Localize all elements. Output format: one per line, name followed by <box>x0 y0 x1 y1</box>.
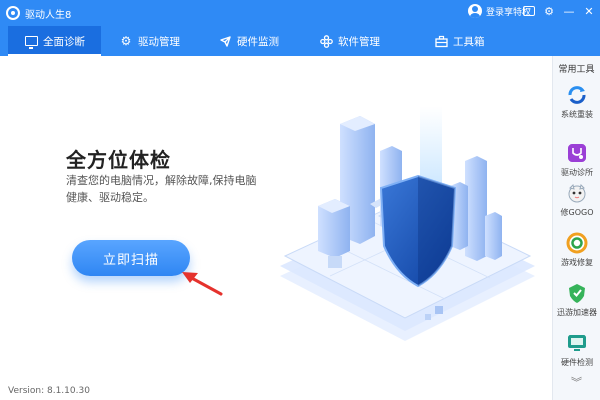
tool-xiu-gogo[interactable]: 修GOGO <box>553 182 600 218</box>
user-avatar-icon <box>468 4 482 18</box>
tab-driver-management[interactable]: ⚙ 驱动管理 <box>101 26 194 56</box>
tool-label: 修GOGO <box>560 208 594 217</box>
monitor-icon <box>24 34 38 49</box>
tab-full-diagnosis[interactable]: 全面诊断 <box>8 26 101 56</box>
hardware-check-icon <box>568 335 586 351</box>
tool-label: 系统重装 <box>561 110 593 119</box>
page-description: 清查您的电脑情况，解除故障,保持电脑健康、驱动稳定。 <box>66 174 257 204</box>
title-bar: 驱动人生8 登录享特权 ··· ⚙ — ✕ <box>0 0 600 26</box>
chevron-down-icon[interactable]: ︾ <box>571 374 582 390</box>
tab-label: 全面诊断 <box>43 35 85 48</box>
tool-driver-clinic[interactable]: 驱动诊所 <box>553 142 600 178</box>
rocket-icon <box>218 34 232 48</box>
tab-label: 软件管理 <box>338 35 380 48</box>
tab-hardware-monitor[interactable]: 硬件监测 <box>194 26 293 56</box>
game-repair-icon <box>566 232 588 254</box>
tool-label: 硬件检测 <box>561 358 593 367</box>
red-arrow-icon <box>182 272 223 296</box>
accelerator-icon <box>569 284 585 303</box>
settings-gear-icon[interactable]: ⚙ <box>542 4 556 18</box>
tools-sidebar: 常用工具 系统重装 驱动诊所 修GOGO 游戏修复 迅游加速器 硬件检测 ︾ <box>552 56 600 400</box>
toolbox-icon <box>434 34 448 48</box>
app-logo-icon <box>6 6 20 20</box>
close-icon[interactable]: ✕ <box>582 4 596 18</box>
tool-xunyou-accelerator[interactable]: 迅游加速器 <box>553 282 600 318</box>
apps-icon <box>319 34 333 48</box>
tab-software-management[interactable]: 软件管理 <box>293 26 394 56</box>
tool-system-reinstall[interactable]: 系统重装 <box>553 84 600 120</box>
scan-now-button[interactable]: 立即扫描 <box>72 240 190 276</box>
tab-label: 驱动管理 <box>138 35 180 48</box>
tool-label: 驱动诊所 <box>561 168 593 177</box>
page-title: 全方位体检 <box>66 148 171 172</box>
window-controls: ··· ⚙ — ✕ <box>522 4 596 18</box>
minimize-icon[interactable]: — <box>562 4 576 18</box>
security-shield-illustration <box>280 106 535 341</box>
tool-label: 迅游加速器 <box>557 308 597 317</box>
tab-label: 硬件监测 <box>237 35 279 48</box>
tab-toolbox[interactable]: 工具箱 <box>394 26 499 56</box>
cat-mascot-icon <box>568 184 586 203</box>
message-icon[interactable]: ··· <box>522 4 536 18</box>
driver-clinic-icon <box>568 144 586 162</box>
tool-label: 游戏修复 <box>561 258 593 267</box>
tab-label: 工具箱 <box>453 35 485 48</box>
app-title: 驱动人生8 <box>25 9 72 21</box>
main-nav: 全面诊断 ⚙ 驱动管理 硬件监测 软件管理 工具箱 <box>0 26 600 56</box>
reinstall-refresh-icon <box>568 86 586 104</box>
sidebar-title: 常用工具 <box>558 65 595 75</box>
tool-game-repair[interactable]: 游戏修复 <box>553 232 600 268</box>
version-label: Version: 8.1.10.30 <box>8 386 90 396</box>
gear-icon: ⚙ <box>120 34 132 48</box>
diagnosis-panel: 全方位体检 清查您的电脑情况，解除故障,保持电脑健康、驱动稳定。 立即扫描 Ve… <box>0 56 552 400</box>
tool-hardware-check[interactable]: 硬件检测 <box>553 332 600 368</box>
